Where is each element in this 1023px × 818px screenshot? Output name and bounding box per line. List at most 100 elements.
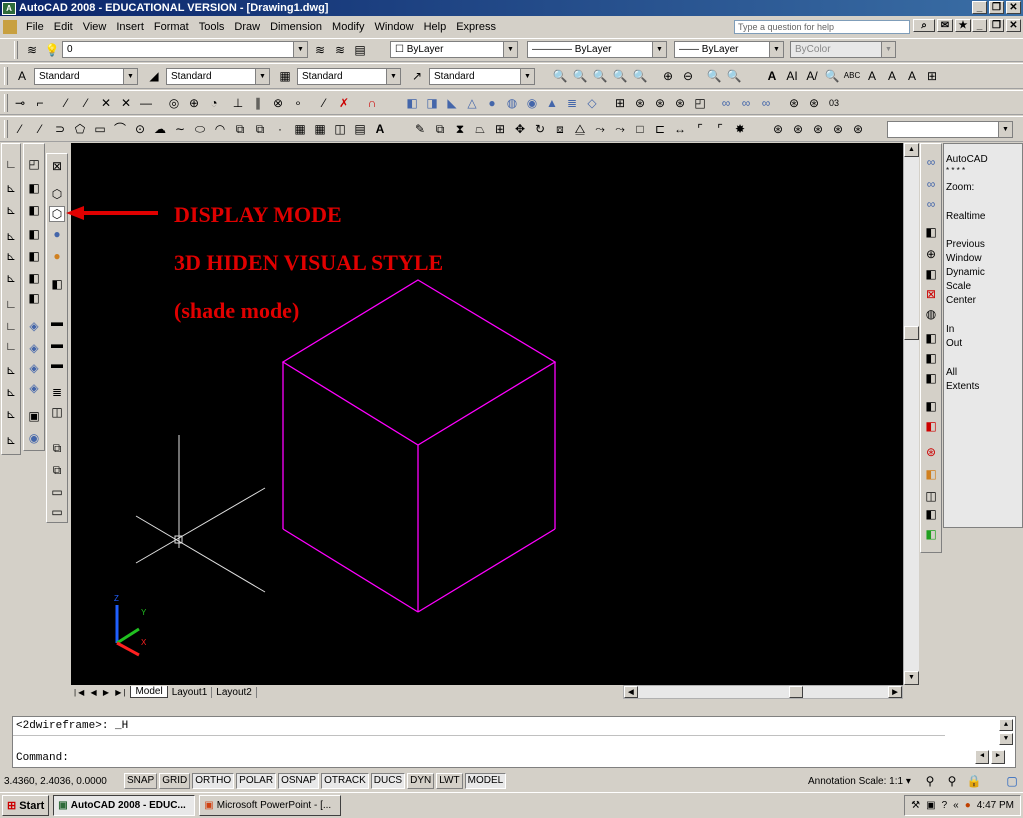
3d-move-icon[interactable]: ⊞ <box>612 95 628 111</box>
extrude-icon[interactable]: ◧ <box>404 95 420 111</box>
multiline-text-icon[interactable]: A <box>764 68 780 84</box>
snap-center-icon[interactable]: ⊕ <box>186 95 202 111</box>
zoom-extents-icon[interactable]: 🔍 <box>726 68 742 84</box>
erase-icon[interactable]: ✎ <box>412 121 428 137</box>
sweep-icon[interactable]: ◣ <box>444 95 460 111</box>
tool-palette-icon[interactable]: ⊛ <box>770 121 786 137</box>
workspace-combo[interactable]: ▼ <box>887 121 1013 138</box>
communication-icon[interactable]: ✉ <box>937 19 953 32</box>
toolbar-grip[interactable] <box>4 120 8 138</box>
cmd-right-icon[interactable]: ▶ <box>991 750 1005 764</box>
scale-icon[interactable]: ⧈ <box>552 121 568 137</box>
linetype-combo[interactable]: ———— ByLayer ▼ <box>527 41 667 58</box>
justify-text-icon[interactable]: A <box>904 68 920 84</box>
spelling-icon[interactable]: ABC <box>844 68 860 84</box>
table-icon[interactable]: ▤ <box>352 121 368 137</box>
menu-dimension[interactable]: Dimension <box>265 21 327 33</box>
isometric-cube[interactable] <box>281 279 557 613</box>
tab-model[interactable]: Model <box>130 686 168 698</box>
panel-item-all[interactable]: All <box>946 367 957 378</box>
interfere-icon[interactable]: ◰ <box>692 95 708 111</box>
menu-insert[interactable]: Insert <box>111 21 149 33</box>
scroll-left-icon[interactable]: ◀ <box>624 686 638 698</box>
otrack-toggle[interactable]: OTRACK <box>321 773 369 789</box>
walk-side-icon[interactable]: ◧ <box>923 526 939 542</box>
tab-layout2[interactable]: Layout2 <box>212 686 257 698</box>
polar-toggle[interactable]: POLAR <box>236 773 277 789</box>
sweep-side-icon[interactable]: ◧ <box>923 370 939 386</box>
panel-item-center[interactable]: Center <box>946 295 976 306</box>
3d-move-side-icon[interactable]: ◧ <box>923 224 939 240</box>
zoom-center-icon[interactable]: 🔍 <box>632 68 648 84</box>
panel-item-in[interactable]: In <box>946 324 954 335</box>
hatch-icon[interactable]: ▦ <box>292 121 308 137</box>
zoom-side-icon[interactable]: ∞ <box>923 176 939 192</box>
3d-align-icon[interactable]: ⊛ <box>652 95 668 111</box>
ucs-face-icon[interactable]: ⊾ <box>3 202 19 218</box>
nearest-icon[interactable]: ⁄ <box>316 95 332 111</box>
zoom-dynamic-icon[interactable]: 🔍 <box>592 68 608 84</box>
parallel-icon[interactable]: ∥ <box>250 95 266 111</box>
command-window[interactable]: <2dwireframe>: _H Command: ▲ ▼ ◀ ▶ <box>12 716 1016 768</box>
stretch-icon[interactable]: ⧋ <box>572 121 588 137</box>
panel-item-previous[interactable]: Previous <box>946 239 985 250</box>
se-iso-icon[interactable]: ◈ <box>26 340 42 356</box>
tab-nav-arrows-icon[interactable]: |◀ ◀ ▶ ▶| <box>71 688 130 697</box>
fillet-icon[interactable]: ⌜ <box>712 121 728 137</box>
menu-modify[interactable]: Modify <box>327 21 369 33</box>
sections-icon[interactable]: ⧉ <box>49 440 65 456</box>
toolbar-grip[interactable] <box>4 94 8 112</box>
doc-restore-button[interactable]: ❐ <box>989 19 1004 32</box>
camera-icon[interactable]: ⊛ <box>830 121 846 137</box>
autocad-app-icon[interactable]: A <box>2 1 16 15</box>
document-icon[interactable] <box>3 19 17 34</box>
named-views-icon[interactable]: ◰ <box>26 156 42 172</box>
panel-item-extents[interactable]: Extents <box>946 381 979 392</box>
loft-side-icon[interactable]: ◧ <box>923 398 939 414</box>
zoom-out-icon[interactable]: ⊖ <box>680 68 696 84</box>
menu-format[interactable]: Format <box>149 21 194 33</box>
ray-icon[interactable]: ⁄ <box>78 95 94 111</box>
doc-minimize-button[interactable]: _ <box>972 19 987 32</box>
intersect-icon[interactable]: ∞ <box>758 95 774 111</box>
ucs-world-icon[interactable]: ∟ <box>3 156 19 172</box>
copy-icon[interactable]: ⧉ <box>432 121 448 137</box>
panel-item-out[interactable]: Out <box>946 338 962 349</box>
sphere-icon[interactable]: ● <box>484 95 500 111</box>
delete-side-icon[interactable]: ⊠ <box>923 286 939 302</box>
tray-display-icon[interactable]: ▣ <box>926 800 935 811</box>
render-side-icon[interactable]: ◫ <box>923 488 939 504</box>
rectangle-icon[interactable]: ▭ <box>92 121 108 137</box>
clean-screen-icon[interactable]: ▢ <box>1004 773 1020 789</box>
line-icon[interactable]: ⁄ <box>12 121 28 137</box>
polysolid-icon[interactable]: ⊸ <box>12 95 28 111</box>
ucs-origin-icon[interactable]: ⊾ <box>3 270 19 286</box>
menu-window[interactable]: Window <box>369 21 418 33</box>
minimize-button[interactable]: _ <box>972 1 987 14</box>
material-side-icon[interactable]: ◧ <box>923 466 939 482</box>
sw-iso-icon[interactable]: ◈ <box>26 318 42 334</box>
osnap-settings-icon[interactable]: ∩ <box>364 95 380 111</box>
mtext-icon[interactable]: A <box>372 121 388 137</box>
union-icon[interactable]: ∞ <box>718 95 734 111</box>
cmd-left-icon[interactable]: ◀ <box>975 750 989 764</box>
subtract-icon[interactable]: ∞ <box>738 95 754 111</box>
mline-icon[interactable]: ✕ <box>118 95 134 111</box>
find-text-icon[interactable]: 🔍 <box>824 68 840 84</box>
chamfer-icon[interactable]: ⌜ <box>692 121 708 137</box>
arc-draw-icon[interactable]: ⌒ <box>112 121 128 137</box>
presspull-icon[interactable]: ◨ <box>424 95 440 111</box>
auto-scale-icon[interactable]: ⚲ <box>944 773 960 789</box>
zoom-in-icon[interactable]: ⊕ <box>660 68 676 84</box>
lineweight-combo[interactable]: —— ByLayer ▼ <box>674 41 784 58</box>
helix-icon[interactable]: ≣ <box>564 95 580 111</box>
zoom-window-icon[interactable]: 🔍 <box>572 68 588 84</box>
table-style-combo[interactable]: Standard ▼ <box>297 68 401 85</box>
revcloud-icon[interactable]: ☁ <box>152 121 168 137</box>
ucs-view-icon[interactable]: ⊾ <box>3 248 19 264</box>
3d-array-icon[interactable]: ⊛ <box>672 95 688 111</box>
break-icon[interactable]: ⊏ <box>652 121 668 137</box>
table-style-icon[interactable]: ▦ <box>277 68 293 84</box>
nw-iso-icon[interactable]: ◈ <box>26 380 42 396</box>
animation-icon[interactable]: ▭ <box>49 484 65 500</box>
